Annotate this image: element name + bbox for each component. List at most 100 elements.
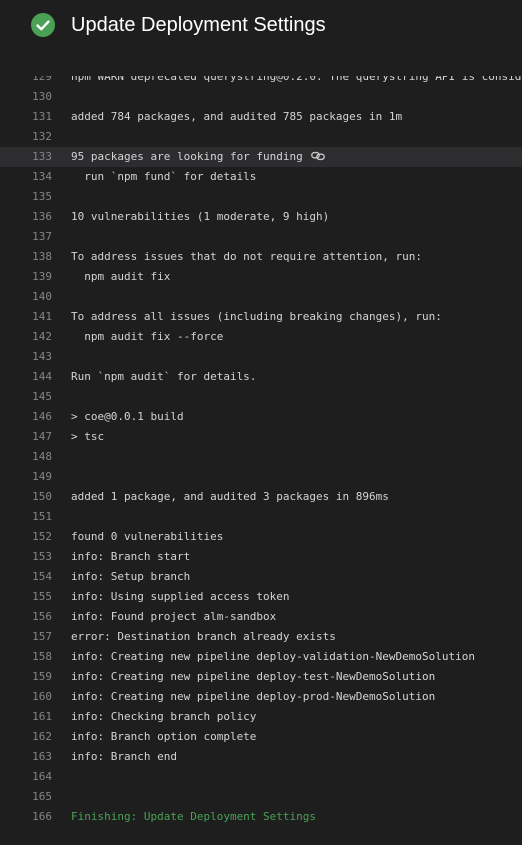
- log-line[interactable]: 134 run `npm fund` for details: [0, 167, 522, 187]
- log-line[interactable]: 147 > tsc: [0, 427, 522, 447]
- log-text-content: To address all issues (including breakin…: [71, 310, 442, 323]
- log-text: info: Branch start: [71, 547, 190, 567]
- log-line[interactable]: 163 info: Branch end: [0, 747, 522, 767]
- log-line[interactable]: 135: [0, 187, 522, 207]
- log-line[interactable]: 144 Run `npm audit` for details.: [0, 367, 522, 387]
- line-number: 156: [32, 610, 52, 623]
- line-number: 140: [32, 290, 52, 303]
- log-line[interactable]: 141 To address all issues (including brea…: [0, 307, 522, 327]
- log-line[interactable]: 160 info: Creating new pipeline deploy-pr…: [0, 687, 522, 707]
- log-text-content: run `npm fund` for details: [71, 170, 257, 183]
- log-line[interactable]: 148: [0, 447, 522, 467]
- log-text-content: added 1 package, and audited 3 packages …: [71, 490, 389, 503]
- log-text: npm audit fix --force: [71, 327, 223, 347]
- log-line[interactable]: 142 npm audit fix --force: [0, 327, 522, 347]
- log-line[interactable]: 139 npm audit fix: [0, 267, 522, 287]
- line-number: 159: [32, 670, 52, 683]
- log-line[interactable]: 162 info: Branch option complete: [0, 727, 522, 747]
- log-text-content: info: Creating new pipeline deploy-valid…: [71, 650, 475, 663]
- log-text: info: Creating new pipeline deploy-test-…: [71, 667, 435, 687]
- log-line[interactable]: 130: [0, 87, 522, 107]
- line-number: 136: [32, 210, 52, 223]
- log-line[interactable]: 151: [0, 507, 522, 527]
- success-check-icon: [31, 13, 55, 37]
- log-line[interactable]: 156 info: Found project alm-sandbox: [0, 607, 522, 627]
- line-number: 153: [32, 550, 52, 563]
- page-title: Update Deployment Settings: [71, 14, 326, 36]
- log-line[interactable]: 143: [0, 347, 522, 367]
- log-line[interactable]: 157 error: Destination branch already exi…: [0, 627, 522, 647]
- log-text-content: added 784 packages, and audited 785 pack…: [71, 110, 403, 123]
- line-number: 143: [32, 350, 52, 363]
- line-number: 161: [32, 710, 52, 723]
- log-text-content: info: Checking branch policy: [71, 710, 257, 723]
- log-text-content: npm audit fix --force: [71, 330, 224, 343]
- log-line[interactable]: 165: [0, 787, 522, 807]
- line-number: 141: [32, 310, 52, 323]
- log-text-content: 95 packages are looking for funding: [71, 150, 303, 163]
- log-output[interactable]: 129 npm WARN deprecated querystring@0.2.0…: [0, 76, 522, 845]
- log-line[interactable]: 136 10 vulnerabilities (1 moderate, 9 hig…: [0, 207, 522, 227]
- line-number: 131: [32, 110, 52, 123]
- line-number: 144: [32, 370, 52, 383]
- line-number: 166: [32, 810, 52, 823]
- log-text-content: npm WARN deprecated querystring@0.2.0: T…: [71, 76, 522, 83]
- log-text: 10 vulnerabilities (1 moderate, 9 high): [71, 207, 329, 227]
- log-line[interactable]: 132: [0, 127, 522, 147]
- log-line[interactable]: 166 Finishing: Update Deployment Settings: [0, 807, 522, 827]
- log-text: added 784 packages, and audited 785 pack…: [71, 107, 402, 127]
- log-text-content: error: Destination branch already exists: [71, 630, 336, 643]
- log-line[interactable]: 159 info: Creating new pipeline deploy-te…: [0, 667, 522, 687]
- log-text: Run `npm audit` for details.: [71, 367, 256, 387]
- line-number: 138: [32, 250, 52, 263]
- log-line[interactable]: 133 95 packages are looking for funding: [0, 147, 522, 167]
- line-number: 137: [32, 230, 52, 243]
- line-number: 142: [32, 330, 52, 343]
- log-line[interactable]: 137: [0, 227, 522, 247]
- log-text-content: Finishing: Update Deployment Settings: [71, 810, 317, 823]
- log-text-content: info: Found project alm-sandbox: [71, 610, 277, 623]
- log-text-content: info: Setup branch: [71, 570, 191, 583]
- log-text: info: Creating new pipeline deploy-valid…: [71, 647, 475, 667]
- log-text: info: Using supplied access token: [71, 587, 290, 607]
- log-line[interactable]: 150 added 1 package, and audited 3 packag…: [0, 487, 522, 507]
- log-line[interactable]: 155 info: Using supplied access token: [0, 587, 522, 607]
- log-line[interactable]: 145: [0, 387, 522, 407]
- log-line[interactable]: 129 npm WARN deprecated querystring@0.2.0…: [0, 76, 522, 87]
- link-icon[interactable]: [310, 149, 325, 169]
- log-text: > tsc: [71, 427, 104, 447]
- line-number: 147: [32, 430, 52, 443]
- log-line[interactable]: 138 To address issues that do not require…: [0, 247, 522, 267]
- line-number: 163: [32, 750, 52, 763]
- log-line[interactable]: 164: [0, 767, 522, 787]
- log-text: run `npm fund` for details: [71, 167, 256, 187]
- line-number: 155: [32, 590, 52, 603]
- log-text: error: Destination branch already exists: [71, 627, 336, 647]
- log-text-content: To address issues that do not require at…: [71, 250, 422, 263]
- log-text-content: info: Branch end: [71, 750, 177, 763]
- log-line[interactable]: 149: [0, 467, 522, 487]
- log-line[interactable]: 158 info: Creating new pipeline deploy-va…: [0, 647, 522, 667]
- log-text: info: Found project alm-sandbox: [71, 607, 276, 627]
- log-text: To address issues that do not require at…: [71, 247, 422, 267]
- log-text: > coe@0.0.1 build: [71, 407, 184, 427]
- log-line[interactable]: 154 info: Setup branch: [0, 567, 522, 587]
- log-text: Finishing: Update Deployment Settings: [71, 807, 316, 827]
- log-text: info: Checking branch policy: [71, 707, 256, 727]
- log-text: npm audit fix: [71, 267, 170, 287]
- log-text-content: info: Using supplied access token: [71, 590, 290, 603]
- log-line[interactable]: 153 info: Branch start: [0, 547, 522, 567]
- log-text-content: info: Branch start: [71, 550, 191, 563]
- log-text: added 1 package, and audited 3 packages …: [71, 487, 389, 507]
- line-number: 154: [32, 570, 52, 583]
- log-text: info: Creating new pipeline deploy-prod-…: [71, 687, 435, 707]
- log-line[interactable]: 152 found 0 vulnerabilities: [0, 527, 522, 547]
- log-line[interactable]: 140: [0, 287, 522, 307]
- log-text-content: npm audit fix: [71, 270, 171, 283]
- line-number: 160: [32, 690, 52, 703]
- log-text: info: Branch end: [71, 747, 177, 767]
- log-line[interactable]: 131 added 784 packages, and audited 785 p…: [0, 107, 522, 127]
- log-line[interactable]: 146 > coe@0.0.1 build: [0, 407, 522, 427]
- log-line[interactable]: 161 info: Checking branch policy: [0, 707, 522, 727]
- log-text-content: > tsc: [71, 430, 105, 443]
